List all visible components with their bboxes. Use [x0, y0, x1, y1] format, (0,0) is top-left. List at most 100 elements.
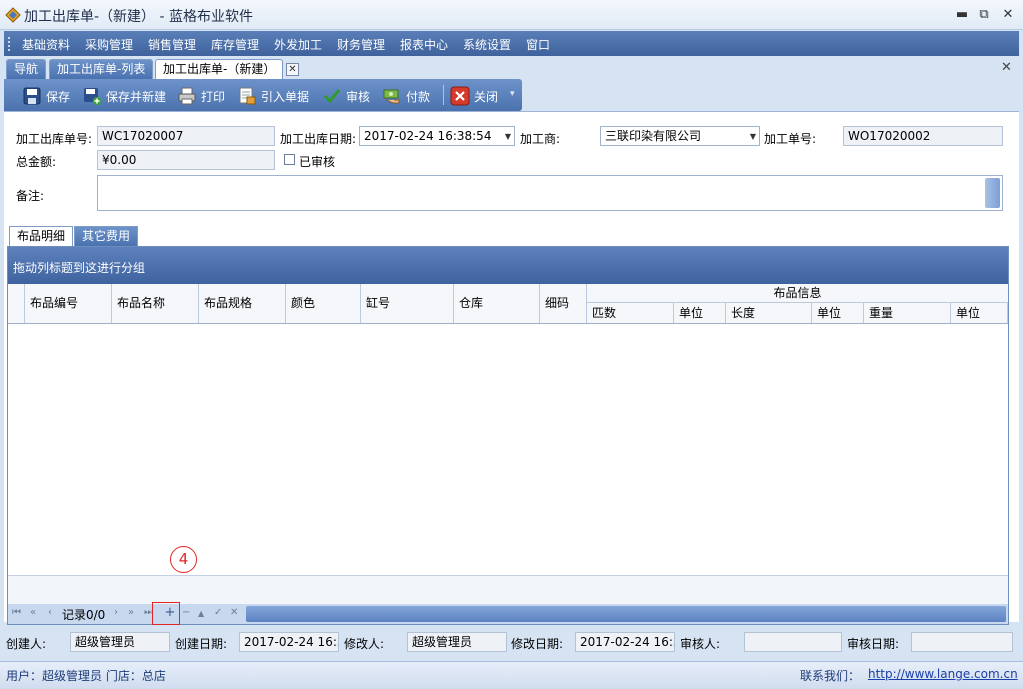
website-link[interactable]: http://www.lange.com.cn: [868, 667, 1018, 681]
order-no-label: 加工出库单号:: [16, 132, 93, 146]
order-no-field[interactable]: WC17020007: [97, 126, 275, 146]
col-weight-unit[interactable]: 单位: [951, 303, 1008, 323]
next-record-icon[interactable]: ›: [114, 607, 118, 618]
grid-header: 布品编号 布品名称 布品规格 颜色 缸号 仓库 细码 布品信息 匹数 单位 长度…: [8, 284, 1008, 324]
total-amount-label: 总金额:: [16, 155, 57, 169]
group-by-panel[interactable]: 拖动列标题到这进行分组: [8, 247, 1008, 284]
processor-select[interactable]: 三联印染有限公司 ▼: [600, 126, 760, 146]
window-title-bar: 加工出库单-（新建） - 蓝格布业软件 ▬ ⧉ ✕: [0, 0, 1023, 30]
audited-checkbox[interactable]: [284, 154, 295, 165]
menu-outsourcing[interactable]: 外发加工: [274, 36, 322, 53]
processor-label: 加工商:: [520, 132, 561, 146]
processor-value: 三联印染有限公司: [605, 129, 702, 143]
printer-icon: [178, 87, 196, 105]
col-pieces-unit[interactable]: 单位: [674, 303, 726, 323]
save-new-icon: [84, 88, 101, 105]
tab-navigation[interactable]: 导航: [6, 59, 47, 79]
col-length-unit[interactable]: 单位: [812, 303, 864, 323]
close-document-button[interactable]: 关闭: [450, 86, 498, 106]
annotation-step-number: 4: [170, 546, 197, 573]
row-indicator-header: [8, 284, 25, 323]
grid-summary-footer: [8, 575, 1008, 604]
red-close-icon: [450, 86, 470, 106]
creator-field: 超级管理员: [70, 632, 170, 652]
cancel-edit-icon[interactable]: ✕: [230, 607, 238, 618]
minimize-button[interactable]: ▬: [952, 6, 972, 24]
menu-reports[interactable]: 报表中心: [400, 36, 448, 53]
created-date-label: 创建日期:: [175, 637, 228, 651]
creator-label: 创建人:: [6, 637, 47, 651]
tab-fabric-details[interactable]: 布品明细: [9, 226, 74, 246]
dropdown-arrow-icon[interactable]: ▼: [505, 128, 511, 145]
fabric-grid: 拖动列标题到这进行分组 布品编号 布品名称 布品规格 颜色 缸号 仓库 细码 布…: [7, 246, 1009, 625]
menu-basic-data[interactable]: 基础资料: [22, 36, 70, 53]
dropdown-arrow-icon[interactable]: ▼: [750, 128, 756, 145]
move-up-icon[interactable]: ▲: [198, 609, 204, 618]
horizontal-scrollbar[interactable]: [246, 606, 1006, 622]
next-page-icon[interactable]: »: [128, 607, 134, 618]
tab-other-fees[interactable]: 其它费用: [74, 226, 139, 246]
app-logo-icon: [5, 7, 21, 23]
import-document-icon: [239, 87, 256, 105]
col-vat-no[interactable]: 缸号: [361, 284, 454, 323]
toolbar: 保存 保存并新建 打印 引入单据 审核 付款 关闭 ▾: [4, 79, 522, 111]
contact-label: 联系我们：: [800, 669, 861, 683]
total-amount-field: ¥0.00: [97, 150, 275, 170]
current-user-info: 用户：超级管理员 门店：总店: [6, 669, 166, 683]
save-button[interactable]: 保存: [22, 86, 70, 106]
print-button[interactable]: 打印: [177, 86, 225, 106]
col-fabric-spec[interactable]: 布品规格: [199, 284, 286, 323]
main-menu-bar: 基础资料 采购管理 销售管理 库存管理 外发加工 财务管理 报表中心 系统设置 …: [4, 31, 1019, 56]
close-panel-icon[interactable]: ✕: [1001, 60, 1012, 75]
col-pieces[interactable]: 匹数: [587, 303, 674, 323]
import-documents-button[interactable]: 引入单据: [237, 86, 309, 106]
import-label: 引入单据: [261, 89, 310, 104]
prev-page-icon[interactable]: «: [30, 607, 36, 618]
col-weight[interactable]: 重量: [864, 303, 951, 323]
window-title: 加工出库单-（新建） - 蓝格布业软件: [24, 9, 254, 25]
menu-purchase[interactable]: 采购管理: [85, 36, 133, 53]
delete-record-icon[interactable]: −: [182, 607, 190, 618]
toolbar-overflow-chevron-icon[interactable]: ▾: [510, 89, 515, 99]
prev-record-icon[interactable]: ‹: [48, 607, 52, 618]
col-detail-code[interactable]: 细码: [540, 284, 587, 323]
payment-button[interactable]: 付款: [382, 86, 430, 106]
grid-body[interactable]: [8, 325, 1008, 575]
processing-order-field[interactable]: WO17020002: [843, 126, 1003, 146]
col-fabric-name[interactable]: 布品名称: [112, 284, 199, 323]
checkmark-icon: [323, 89, 341, 104]
menu-settings[interactable]: 系统设置: [463, 36, 511, 53]
first-record-icon[interactable]: ⏮: [12, 607, 21, 618]
menu-sales[interactable]: 销售管理: [148, 36, 196, 53]
auditor-label: 审核人:: [680, 637, 721, 651]
tab-order-new[interactable]: 加工出库单-（新建）: [155, 59, 284, 79]
menu-grip-handle: [8, 37, 11, 51]
band-fabric-info: 布品信息: [587, 284, 1008, 303]
menu-window[interactable]: 窗口: [526, 36, 550, 53]
menu-inventory[interactable]: 库存管理: [211, 36, 259, 53]
confirm-edit-icon[interactable]: ✓: [214, 607, 222, 618]
tab-order-list[interactable]: 加工出库单-列表: [49, 59, 154, 79]
payment-label: 付款: [406, 89, 431, 104]
document-tab-strip: 导航 加工出库单-列表 加工出库单-（新建）: [4, 57, 1019, 79]
col-fabric-code[interactable]: 布品编号: [25, 284, 112, 323]
money-hand-icon: [383, 89, 400, 104]
col-color[interactable]: 颜色: [286, 284, 361, 323]
auditor-field: [744, 632, 842, 652]
menu-finance[interactable]: 财务管理: [337, 36, 385, 53]
status-bar: 用户：超级管理员 门店：总店 联系我们： http://www.lange.co…: [0, 661, 1023, 689]
close-tab-icon[interactable]: ✕: [286, 63, 299, 76]
remarks-scrollbar[interactable]: [985, 178, 1000, 208]
floppy-disk-icon: [23, 87, 41, 105]
restore-button[interactable]: ⧉: [974, 6, 994, 24]
save-label: 保存: [46, 89, 71, 104]
save-and-new-button[interactable]: 保存并新建: [82, 86, 166, 106]
col-warehouse[interactable]: 仓库: [454, 284, 540, 323]
print-label: 打印: [201, 89, 226, 104]
col-length[interactable]: 长度: [726, 303, 812, 323]
close-window-button[interactable]: ✕: [998, 6, 1018, 24]
remarks-textarea[interactable]: [97, 175, 1003, 211]
audit-button[interactable]: 审核: [322, 86, 370, 106]
modified-date-field: 2017-02-24 16:38: [575, 632, 675, 652]
date-picker[interactable]: 2017-02-24 16:38:54 ▼: [359, 126, 515, 146]
